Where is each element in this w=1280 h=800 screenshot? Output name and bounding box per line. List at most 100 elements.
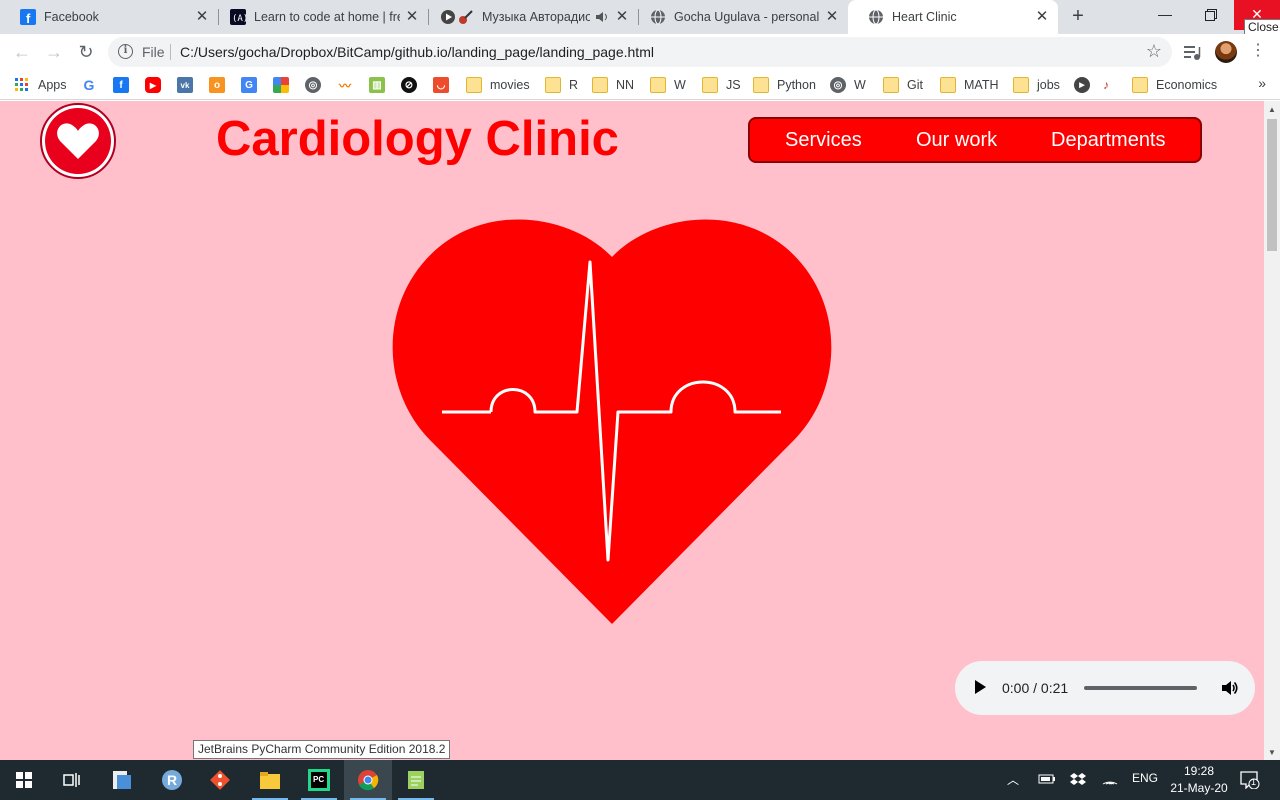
nav-services[interactable]: Services (785, 129, 862, 152)
bookmarks-overflow-button[interactable]: » (1258, 75, 1266, 91)
chevron-up-icon[interactable]: ︿ (1007, 771, 1019, 788)
forward-arrow-icon[interactable]: → (40, 38, 68, 66)
tab-title: Facebook (44, 10, 99, 24)
bookmark-folder-python[interactable]: Python (753, 75, 816, 95)
bookmark-guitar[interactable]: ♪ (1098, 75, 1122, 95)
task-view-icon[interactable] (48, 760, 96, 800)
scroll-down-arrow-icon[interactable]: ▼ (1268, 748, 1276, 757)
start-icon[interactable] (0, 760, 48, 800)
address-bar[interactable]: i File C:/Users/gocha/Dropbox/BitCamp/gi… (108, 37, 1172, 67)
wifi-icon[interactable] (1102, 772, 1118, 789)
scroll-up-arrow-icon[interactable]: ▲ (1268, 105, 1276, 114)
back-arrow-icon[interactable]: ← (8, 38, 36, 66)
site-title: Cardiology Clinic (216, 112, 619, 166)
clock-date[interactable]: 21-May-20 (1164, 781, 1234, 795)
speaker-icon[interactable] (594, 9, 610, 25)
bookmark-folder-jobs[interactable]: jobs (1013, 75, 1060, 95)
bookmark-green-chart[interactable]: ▥ (369, 75, 393, 95)
tab-avtoradio[interactable]: Музыка Авторадио ✕ (420, 0, 638, 34)
bookmark-google-translate[interactable]: G (241, 75, 265, 95)
file-explorer-icon[interactable] (246, 760, 294, 800)
minimize-button[interactable]: — (1142, 0, 1188, 30)
play-circle-icon (440, 9, 456, 25)
files-icon[interactable] (98, 760, 146, 800)
new-tab-button[interactable]: + (1066, 5, 1090, 29)
url-text[interactable]: C:/Users/gocha/Dropbox/BitCamp/github.io… (180, 44, 654, 60)
vk-icon: vk (177, 77, 193, 93)
clock-time[interactable]: 19:28 (1174, 764, 1224, 778)
bookmark-google[interactable]: G (81, 75, 105, 95)
bookmark-folder-nn[interactable]: NN (592, 75, 634, 95)
scroll-thumb[interactable] (1267, 119, 1277, 251)
bookmark-folder-movies[interactable]: movies (466, 75, 530, 95)
bookmark-star-icon[interactable]: ☆ (1146, 41, 1162, 62)
pycharm-tooltip: JetBrains PyCharm Community Edition 2018… (193, 740, 451, 759)
pycharm-icon[interactable]: PC (295, 760, 343, 800)
bookmark-folder-w[interactable]: W (650, 75, 686, 95)
tab-strip: f Facebook ✕ (A) Learn to code at home |… (0, 0, 1280, 36)
bookmark-w-site[interactable]: ◎ W (830, 75, 866, 95)
bookmark-label: Apps (38, 78, 67, 92)
page-viewport: Cardiology Clinic Services Our work Depa… (0, 101, 1264, 760)
dropbox-icon[interactable] (1070, 772, 1086, 789)
nav-departments[interactable]: Departments (1051, 129, 1166, 152)
bookmark-orange-chart[interactable]: 〰 (337, 75, 361, 95)
bookmark-apps[interactable]: Apps (14, 75, 67, 95)
close-icon[interactable]: ✕ (1034, 9, 1050, 25)
facebook-icon: f (20, 9, 36, 25)
volume-icon[interactable] (1219, 678, 1239, 698)
git-icon[interactable] (196, 760, 244, 800)
info-icon[interactable]: i (118, 44, 133, 59)
guitar-icon (458, 9, 474, 25)
tab-gocha-ugulava[interactable]: Gocha Ugulava - personal p ✕ (630, 0, 848, 34)
google-translate-icon: G (241, 77, 257, 93)
notepad-icon[interactable] (392, 760, 440, 800)
bookmark-folder-r[interactable]: R (545, 75, 578, 95)
folder-icon (753, 77, 769, 93)
bookmark-folder-git[interactable]: Git (883, 75, 923, 95)
bookmark-folder-js[interactable]: JS (702, 75, 741, 95)
page-scrollbar[interactable]: ▲ ▼ (1264, 101, 1280, 760)
chrome-icon[interactable] (344, 760, 392, 800)
bookmark-vk[interactable]: vk (177, 75, 201, 95)
bookmark-label: Economics (1156, 78, 1218, 92)
tab-facebook[interactable]: f Facebook ✕ (0, 0, 218, 34)
bookmark-folder-math[interactable]: MATH (940, 75, 999, 95)
bookmark-youtube[interactable]: ▶ (145, 75, 169, 95)
language-indicator[interactable]: ENG (1132, 771, 1158, 785)
audio-progress-slider[interactable] (1084, 686, 1197, 690)
bookmark-facebook[interactable]: f (113, 75, 137, 95)
clinic-logo[interactable] (40, 103, 116, 179)
restore-button[interactable] (1188, 0, 1234, 30)
folder-icon (1132, 77, 1148, 93)
r-icon[interactable]: R (148, 760, 196, 800)
close-icon[interactable]: ✕ (614, 9, 630, 25)
media-controls-icon[interactable] (1182, 42, 1202, 62)
folder-icon (702, 77, 718, 93)
notification-icon[interactable]: 1 (1240, 771, 1260, 792)
bookmark-shopping[interactable]: ◡ (433, 75, 457, 95)
shopping-bag-icon: ◡ (433, 77, 449, 93)
bookmark-circle-slash[interactable]: ⊘ (401, 75, 425, 95)
tab-freecodecamp[interactable]: (A) Learn to code at home | free ✕ (210, 0, 428, 34)
reload-icon[interactable]: ↻ (72, 38, 100, 66)
svg-text:f: f (26, 11, 31, 25)
audio-player[interactable]: 0:00 / 0:21 (955, 661, 1255, 715)
bookmark-label: R (569, 78, 579, 92)
close-icon[interactable]: ✕ (824, 9, 840, 25)
close-icon[interactable]: ✕ (194, 9, 210, 25)
bookmark-folder-economics[interactable]: Economics (1132, 75, 1217, 95)
bookmark-play[interactable]: ▶ (1074, 75, 1098, 95)
tab-heart-clinic[interactable]: Heart Clinic ✕ (848, 0, 1058, 34)
menu-dots-icon[interactable]: ⋮ (1250, 39, 1266, 63)
bookmark-odnoklassniki[interactable]: о (209, 75, 233, 95)
globe-icon: ◎ (830, 77, 846, 93)
nav-our-work[interactable]: Our work (916, 129, 997, 152)
battery-icon[interactable] (1038, 772, 1056, 789)
svg-text:(A): (A) (232, 14, 246, 24)
bookmark-pinwheel[interactable] (273, 75, 297, 95)
close-icon[interactable]: ✕ (404, 9, 420, 25)
play-icon[interactable] (975, 680, 986, 694)
profile-avatar[interactable] (1215, 41, 1237, 63)
bookmark-globe[interactable]: ◎ (305, 75, 329, 95)
